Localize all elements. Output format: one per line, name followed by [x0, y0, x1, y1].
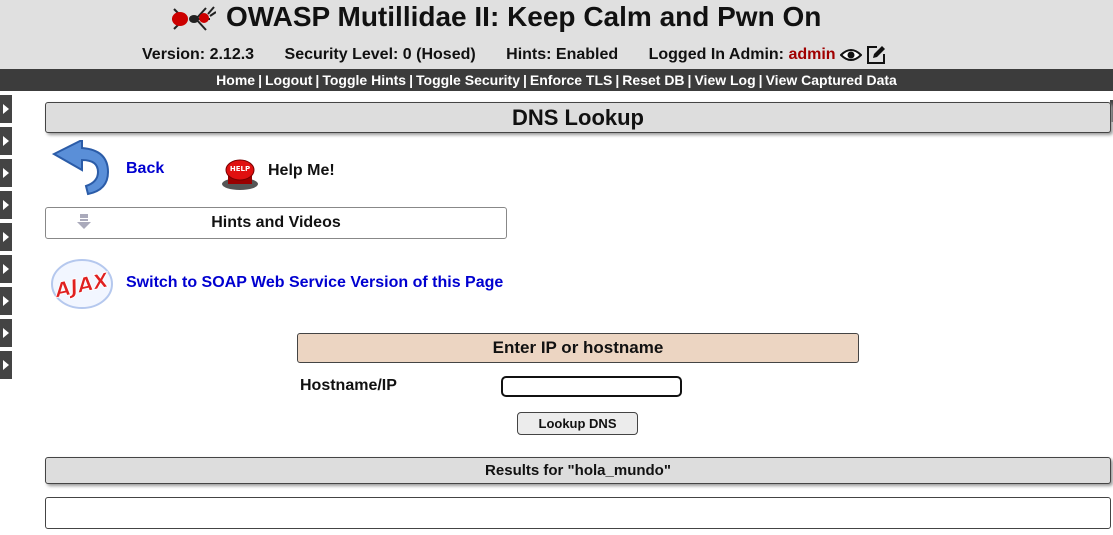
security-level-text: Security Level: 0 (Hosed) [284, 46, 476, 64]
side-menu-tab[interactable] [0, 95, 12, 123]
ant-logo-icon [172, 6, 216, 31]
hostname-input[interactable] [501, 376, 682, 397]
side-menu-tab[interactable] [0, 319, 12, 347]
soap-version-link-label: Switch to SOAP Web Service Version of th… [126, 274, 504, 291]
nav-home[interactable]: Home [216, 72, 255, 88]
side-menu-tab[interactable] [0, 159, 12, 187]
side-menu-tab[interactable] [0, 223, 12, 251]
page-title: DNS Lookup [45, 102, 1111, 133]
side-menu-tab[interactable] [0, 351, 12, 379]
nav-toggle-hints[interactable]: Toggle Hints [322, 72, 406, 88]
nav-view-captured-data[interactable]: View Captured Data [766, 72, 897, 88]
help-me-link[interactable]: HELP Help Me! [218, 150, 335, 192]
form-header: Enter IP or hostname [297, 333, 859, 363]
status-bar: Version: 2.12.3 Security Level: 0 (Hosed… [142, 45, 886, 65]
edit-icon[interactable] [866, 45, 886, 65]
site-header: OWASP Mutillidae II: Keep Calm and Pwn O… [0, 0, 1113, 69]
results-header: Results for "hola_mundo" [45, 457, 1111, 484]
hints-and-videos-label: Hints and Videos [211, 214, 341, 231]
version-text: Version: 2.12.3 [142, 46, 255, 64]
back-link[interactable]: Back [48, 140, 164, 198]
admin-username: admin [788, 46, 836, 64]
lookup-dns-button[interactable]: Lookup DNS [517, 412, 638, 435]
soap-version-link[interactable]: AJAX Switch to SOAP Web Service Version … [50, 256, 503, 310]
back-arrow-icon [51, 140, 110, 196]
logged-in-label: Logged In Admin: [648, 46, 784, 64]
main-navigation: Home | Logout | Toggle Hints | Toggle Security… [0, 69, 1113, 91]
side-menu-tab[interactable] [0, 191, 12, 219]
ajax-logo-icon: AJAX [51, 259, 113, 309]
hints-and-videos-toggle[interactable]: Hints and Videos [45, 207, 507, 239]
side-menu-tab[interactable] [0, 255, 12, 283]
help-badge-text: HELP [230, 165, 250, 173]
results-output [45, 497, 1111, 529]
nav-view-log[interactable]: View Log [694, 72, 755, 88]
nav-logout[interactable]: Logout [265, 72, 312, 88]
side-menu-tab[interactable] [0, 127, 12, 155]
hints-status-text: Hints: Enabled [506, 46, 619, 64]
eye-icon[interactable] [840, 48, 863, 62]
help-button-icon: HELP [222, 159, 258, 190]
nav-enforce-tls[interactable]: Enforce TLS [530, 72, 612, 88]
app-title: OWASP Mutillidae II: Keep Calm and Pwn O… [226, 1, 822, 32]
hostname-label: Hostname/IP [300, 377, 397, 394]
side-menu-tabs [0, 95, 12, 383]
back-link-label: Back [126, 160, 165, 177]
nav-reset-db[interactable]: Reset DB [622, 72, 684, 88]
side-menu-tab[interactable] [0, 287, 12, 315]
nav-toggle-security[interactable]: Toggle Security [416, 72, 520, 88]
help-me-label: Help Me! [268, 162, 335, 179]
